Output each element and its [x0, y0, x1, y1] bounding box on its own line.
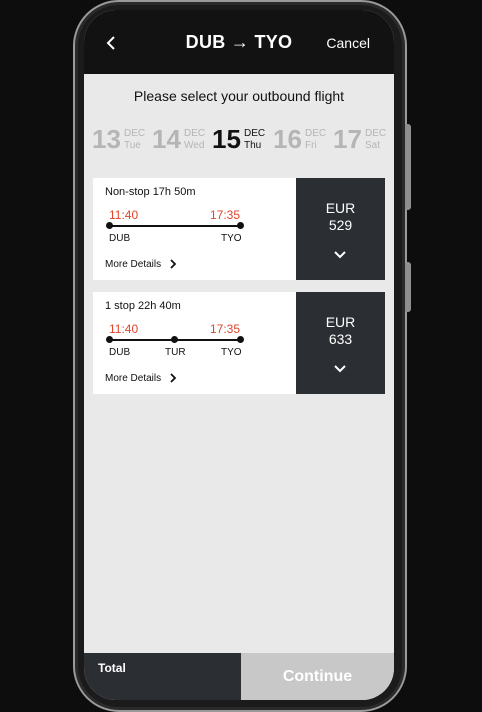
stage: DUB → TYO Cancel Please select your outb… [0, 0, 482, 712]
flight-duration: 1 stop 22h 40m [105, 300, 181, 312]
more-details-link[interactable]: More Details [105, 373, 161, 384]
arrival-time: 17:35 [209, 208, 240, 222]
total-label: Total [98, 661, 126, 675]
phone-power-button [405, 262, 411, 312]
date-month: DEC [305, 128, 327, 139]
header-bar: DUB → TYO Cancel [84, 10, 394, 74]
phone-volume-button [405, 124, 411, 210]
flight-duration: Non-stop 17h 50m [105, 186, 196, 198]
route-dot-origin [106, 336, 113, 343]
date-number: 16 [273, 124, 302, 154]
date-weekday: Sat [365, 140, 381, 151]
price-toggle-button[interactable]: EUR 529 [296, 178, 385, 280]
price-currency: EUR [325, 314, 356, 330]
chevron-down-icon [334, 251, 346, 259]
origin-airport: DUB [109, 233, 131, 244]
date-number: 14 [152, 124, 181, 154]
stop-airport: TUR [165, 347, 186, 358]
route-dot-destination [237, 336, 244, 343]
cancel-button[interactable]: Cancel [326, 35, 370, 51]
arrival-time: 17:35 [209, 322, 240, 336]
date-number: 15 [212, 124, 241, 154]
date-weekday: Thu [244, 140, 262, 151]
chevron-down-icon [334, 365, 346, 373]
route-dot-stop [171, 336, 178, 343]
more-details-link[interactable]: More Details [105, 259, 161, 270]
date-number: 13 [92, 124, 121, 154]
date-selector: 13 DEC Tue 14 DEC Wed 15 DEC Thu 16 DEC … [92, 122, 392, 156]
date-weekday: Fri [305, 140, 317, 151]
app-screen: DUB → TYO Cancel Please select your outb… [84, 10, 394, 700]
route-dot-origin [106, 222, 113, 229]
destination-airport: TYO [221, 233, 242, 244]
chevron-right-icon [170, 259, 177, 269]
date-month: DEC [244, 128, 266, 139]
total-bar: Total [84, 653, 241, 700]
date-number: 17 [333, 124, 362, 154]
departure-time: 11:40 [109, 208, 139, 222]
flight-info: 1 stop 22h 40m 11:40 17:35 DUB TUR TYO M… [93, 292, 295, 394]
date-month: DEC [365, 128, 387, 139]
price-value: 529 [328, 217, 353, 233]
page-subtitle: Please select your outbound flight [133, 88, 345, 104]
continue-button[interactable]: Continue [241, 653, 394, 700]
route-line [109, 225, 241, 227]
departure-time: 11:40 [109, 322, 139, 336]
flight-card[interactable]: 1 stop 22h 40m 11:40 17:35 DUB TUR TYO M… [93, 292, 385, 394]
date-weekday: Wed [184, 140, 205, 151]
chevron-right-icon [170, 373, 177, 383]
price-value: 633 [328, 331, 353, 347]
route-dot-destination [237, 222, 244, 229]
flight-info: Non-stop 17h 50m 11:40 17:35 DUB TYO Mor… [93, 178, 295, 280]
price-toggle-button[interactable]: EUR 633 [296, 292, 385, 394]
price-currency: EUR [325, 200, 356, 216]
origin-airport: DUB [109, 347, 131, 358]
date-weekday: Tue [124, 140, 141, 151]
flight-card[interactable]: Non-stop 17h 50m 11:40 17:35 DUB TYO Mor… [93, 178, 385, 280]
destination-airport: TYO [221, 347, 242, 358]
date-month: DEC [184, 128, 206, 139]
date-month: DEC [124, 128, 146, 139]
